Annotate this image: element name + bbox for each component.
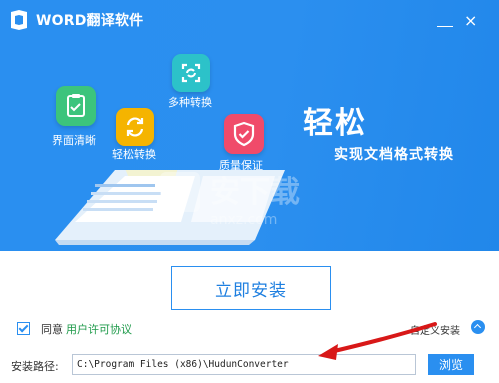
- shield-check-icon: [233, 121, 255, 147]
- agree-label: 同意: [41, 323, 63, 336]
- hero-banner: WORD翻译软件 × 界面清晰 轻松转换 多种转换 质量保证 安下载 anxz.…: [0, 0, 499, 251]
- watermark-logo: 安下载 anxz.com: [160, 172, 300, 228]
- install-path-label: 安装路径:: [11, 360, 59, 373]
- feature-label: 界面清晰: [52, 134, 96, 147]
- license-agreement-link[interactable]: 用户许可协议: [66, 321, 132, 337]
- install-now-button[interactable]: 立即安装: [171, 266, 331, 310]
- feature-easy-convert-tile: [116, 108, 154, 146]
- feature-clear-ui-tile: [56, 86, 96, 126]
- scan-frame-icon: [181, 63, 201, 83]
- feature-multi-convert-tile: [172, 54, 210, 92]
- hero-title: 轻松: [303, 106, 367, 141]
- watermark-text: 安下载: [210, 175, 300, 210]
- feature-label: 多种转换: [168, 96, 212, 109]
- title-bar: WORD翻译软件 ×: [0, 0, 499, 40]
- convert-arrows-icon: [126, 117, 144, 137]
- feature-label: 轻松转换: [112, 148, 156, 161]
- chevron-up-icon[interactable]: [471, 320, 485, 334]
- agree-checkbox[interactable]: [17, 322, 30, 335]
- hero-subtitle: 实现文档格式转换: [334, 147, 454, 163]
- minimize-icon[interactable]: [437, 23, 453, 27]
- watermark-url: anxz.com: [210, 212, 277, 228]
- clipboard-check-icon: [67, 94, 85, 117]
- window-title: WORD翻译软件: [36, 13, 144, 29]
- feature-quality-tile: [224, 114, 264, 154]
- red-arrow-annotation: [318, 322, 437, 360]
- app-logo-icon: [11, 10, 27, 30]
- close-icon[interactable]: ×: [464, 13, 477, 29]
